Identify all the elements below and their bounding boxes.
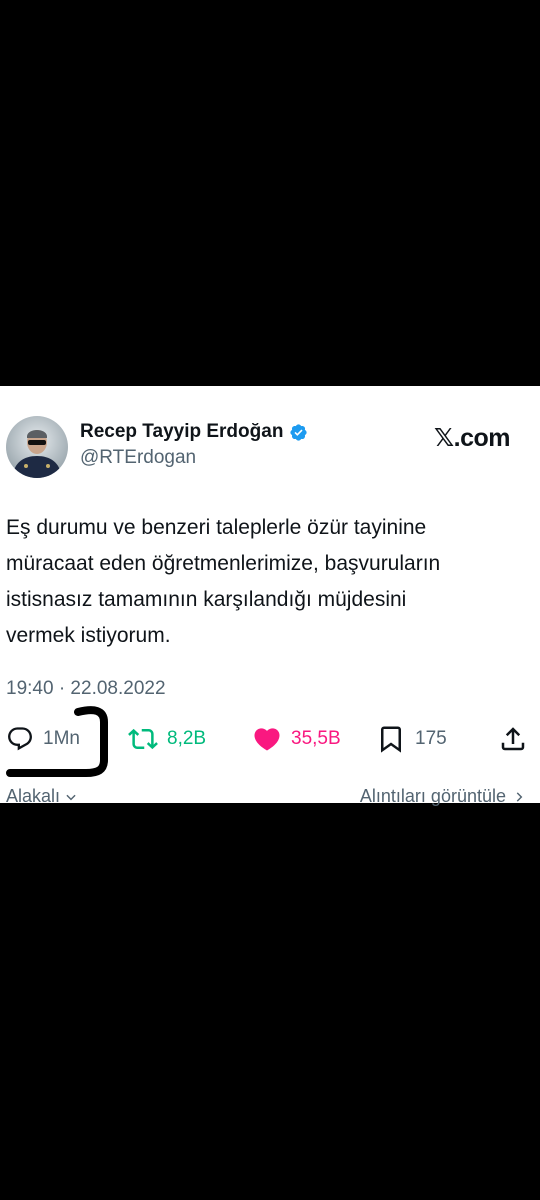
- marker-annotation: [6, 706, 108, 777]
- x-icon: 𝕏: [434, 423, 454, 452]
- x-logo: 𝕏.com: [434, 423, 511, 453]
- author-handle[interactable]: @RTErdogan: [80, 447, 196, 469]
- author-row: Recep Tayyip Erdoğan: [80, 421, 308, 443]
- heart-icon: [254, 728, 280, 751]
- avatar-image: [6, 416, 68, 478]
- chevron-down-icon: [66, 794, 76, 800]
- tweet-text-line: müracaat eden öğretmenlerimize, başvurul…: [6, 552, 441, 575]
- tweet-text-line: vermek istiyorum.: [6, 624, 171, 647]
- view-quotes-link[interactable]: Alıntıları görüntüle: [360, 786, 526, 807]
- view-quotes-label: Alıntıları görüntüle: [359, 786, 506, 806]
- author-name[interactable]: Recep Tayyip Erdoğan: [80, 421, 283, 443]
- retweet-count: 8,2B: [167, 728, 207, 749]
- share-icon: [501, 727, 525, 751]
- tweet-text-line: istisnasız tamamının karşılandığı müjdes…: [6, 588, 407, 611]
- like-count: 35,5B: [291, 728, 341, 749]
- tweet-text-line: Eş durumu ve benzeri taleplerle özür tay…: [6, 516, 427, 539]
- avatar[interactable]: [6, 416, 68, 478]
- chevron-right-icon: [516, 791, 523, 802]
- share-button[interactable]: [498, 722, 528, 756]
- bookmark-icon: [381, 726, 401, 753]
- bookmark-count: 175: [415, 728, 447, 749]
- like-button[interactable]: 35,5B: [252, 722, 341, 756]
- verified-badge-icon: [290, 423, 308, 441]
- retweet-icon: [128, 728, 158, 750]
- bookmark-button[interactable]: 175: [376, 722, 447, 756]
- tweet-timestamp[interactable]: 19:40 · 22.08.2022: [6, 678, 166, 700]
- retweet-button[interactable]: 8,2B: [128, 722, 206, 756]
- x-logo-domain: .com: [453, 424, 511, 452]
- tweet-text: Eş durumu ve benzeri taleplerle özür tay…: [6, 510, 526, 654]
